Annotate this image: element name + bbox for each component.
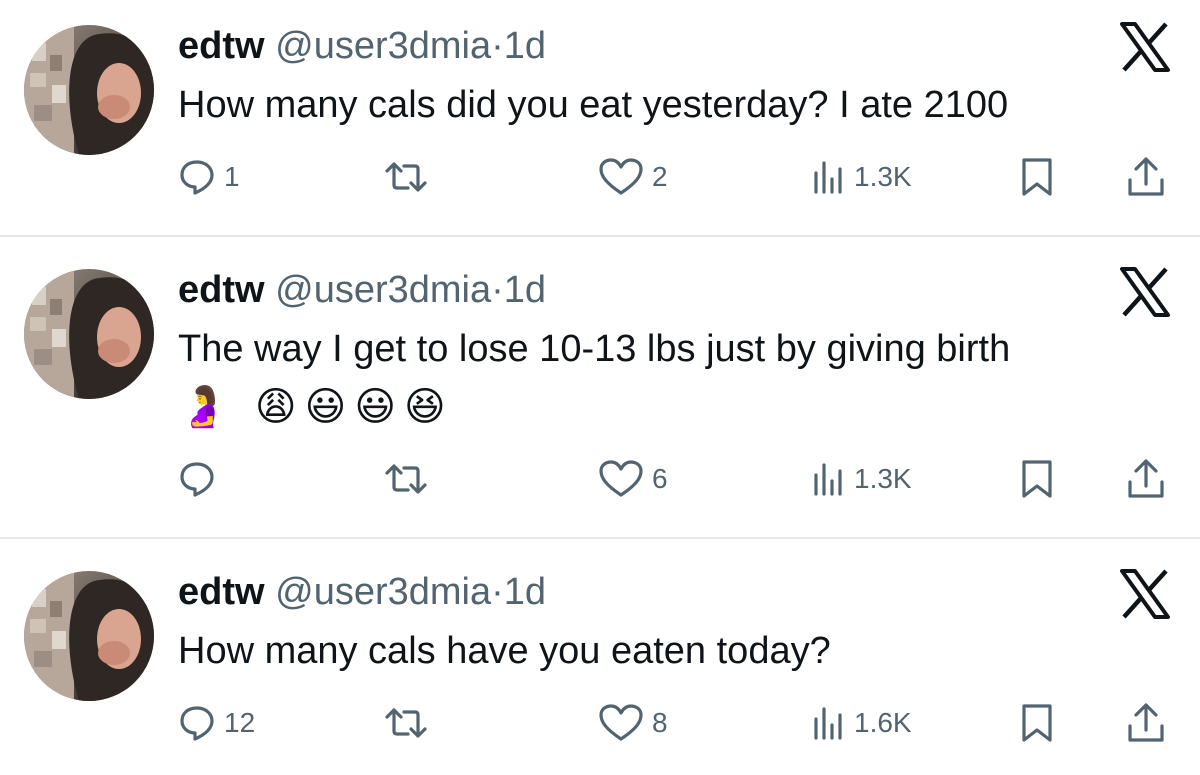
like-button[interactable]: 6 xyxy=(598,457,668,501)
reply-button[interactable]: 1 xyxy=(178,155,240,199)
like-count: 8 xyxy=(652,707,668,738)
share-button[interactable] xyxy=(1126,701,1166,745)
retweet-button[interactable] xyxy=(384,457,428,501)
avatar-photo xyxy=(24,25,154,155)
timestamp[interactable]: 1d xyxy=(504,25,546,67)
heart-outline-icon xyxy=(599,460,643,497)
view-count: 1.6K xyxy=(854,707,912,738)
bookmark-icon xyxy=(1022,460,1052,498)
share-upload-icon xyxy=(1128,459,1164,498)
speech-bubble-icon xyxy=(180,462,214,497)
bookmark-button[interactable] xyxy=(1020,457,1054,501)
bar-chart-icon xyxy=(814,463,842,496)
views-button[interactable]: 1.6K xyxy=(810,701,912,745)
heart-outline-icon xyxy=(599,158,643,195)
tweet-header: edtw @user3dmia·1d xyxy=(178,268,546,312)
x-logo-icon xyxy=(1118,265,1172,319)
retweet-button[interactable] xyxy=(384,155,428,199)
views-button[interactable]: 1.3K xyxy=(810,457,912,501)
reply-button[interactable]: 12 xyxy=(178,701,255,745)
tweet-header: edtw @user3dmia·1d xyxy=(178,570,546,614)
speech-bubble-icon xyxy=(180,706,214,741)
bookmark-button[interactable] xyxy=(1020,155,1054,199)
share-button[interactable] xyxy=(1126,155,1166,199)
like-button[interactable]: 2 xyxy=(598,155,668,199)
tweet-2[interactable]: edtw @user3dmia·1d The way I get to lose… xyxy=(0,237,1200,537)
x-logo-icon xyxy=(1118,567,1172,621)
like-count: 6 xyxy=(652,463,668,494)
separator-dot: · xyxy=(491,269,504,311)
speech-bubble-icon xyxy=(180,160,214,195)
bookmark-icon xyxy=(1022,158,1052,196)
retweet-button[interactable] xyxy=(384,701,428,745)
heart-outline-icon xyxy=(599,704,643,741)
avatar[interactable] xyxy=(24,25,154,155)
separator-dot: · xyxy=(491,25,504,67)
retweet-arrows-icon xyxy=(385,708,427,738)
avatar-photo xyxy=(24,571,154,701)
bar-chart-icon xyxy=(814,161,842,194)
user-handle[interactable]: @user3dmia xyxy=(275,571,491,613)
user-handle[interactable]: @user3dmia xyxy=(275,25,491,67)
tweet-text: How many cals have you eaten today? xyxy=(178,630,831,672)
x-logo-icon xyxy=(1118,20,1172,74)
bar-chart-icon xyxy=(814,707,842,740)
tweet-emojis: 🤰 😩😃😃😆 xyxy=(178,385,454,429)
share-button[interactable] xyxy=(1126,457,1166,501)
user-handle[interactable]: @user3dmia xyxy=(275,269,491,311)
tweet-text: How many cals did you eat yesterday? I a… xyxy=(178,84,1009,126)
like-button[interactable]: 8 xyxy=(598,701,668,745)
bookmark-button[interactable] xyxy=(1020,701,1054,745)
avatar-photo xyxy=(24,269,154,399)
views-button[interactable]: 1.3K xyxy=(810,155,912,199)
avatar[interactable] xyxy=(24,571,154,701)
view-count: 1.3K xyxy=(854,463,912,494)
reply-count: 12 xyxy=(224,707,256,738)
reply-count: 1 xyxy=(224,161,240,192)
view-count: 1.3K xyxy=(854,161,912,192)
display-name[interactable]: edtw xyxy=(178,571,265,613)
retweet-arrows-icon xyxy=(385,162,427,192)
reply-button[interactable] xyxy=(178,457,216,501)
tweet-3[interactable]: edtw @user3dmia·1d How many cals have yo… xyxy=(0,539,1200,775)
share-upload-icon xyxy=(1128,703,1164,742)
like-count: 2 xyxy=(652,161,668,192)
display-name[interactable]: edtw xyxy=(178,25,265,67)
tweet-1[interactable]: edtw @user3dmia·1d How many cals did you… xyxy=(0,0,1200,236)
retweet-arrows-icon xyxy=(385,464,427,494)
tweet-text: The way I get to lose 10-13 lbs just by … xyxy=(178,328,1011,370)
timestamp[interactable]: 1d xyxy=(504,571,546,613)
tweet-header: edtw @user3dmia·1d xyxy=(178,24,546,68)
separator-dot: · xyxy=(491,571,504,613)
bookmark-icon xyxy=(1022,704,1052,742)
share-upload-icon xyxy=(1128,157,1164,196)
timestamp[interactable]: 1d xyxy=(504,269,546,311)
avatar[interactable] xyxy=(24,269,154,399)
display-name[interactable]: edtw xyxy=(178,269,265,311)
